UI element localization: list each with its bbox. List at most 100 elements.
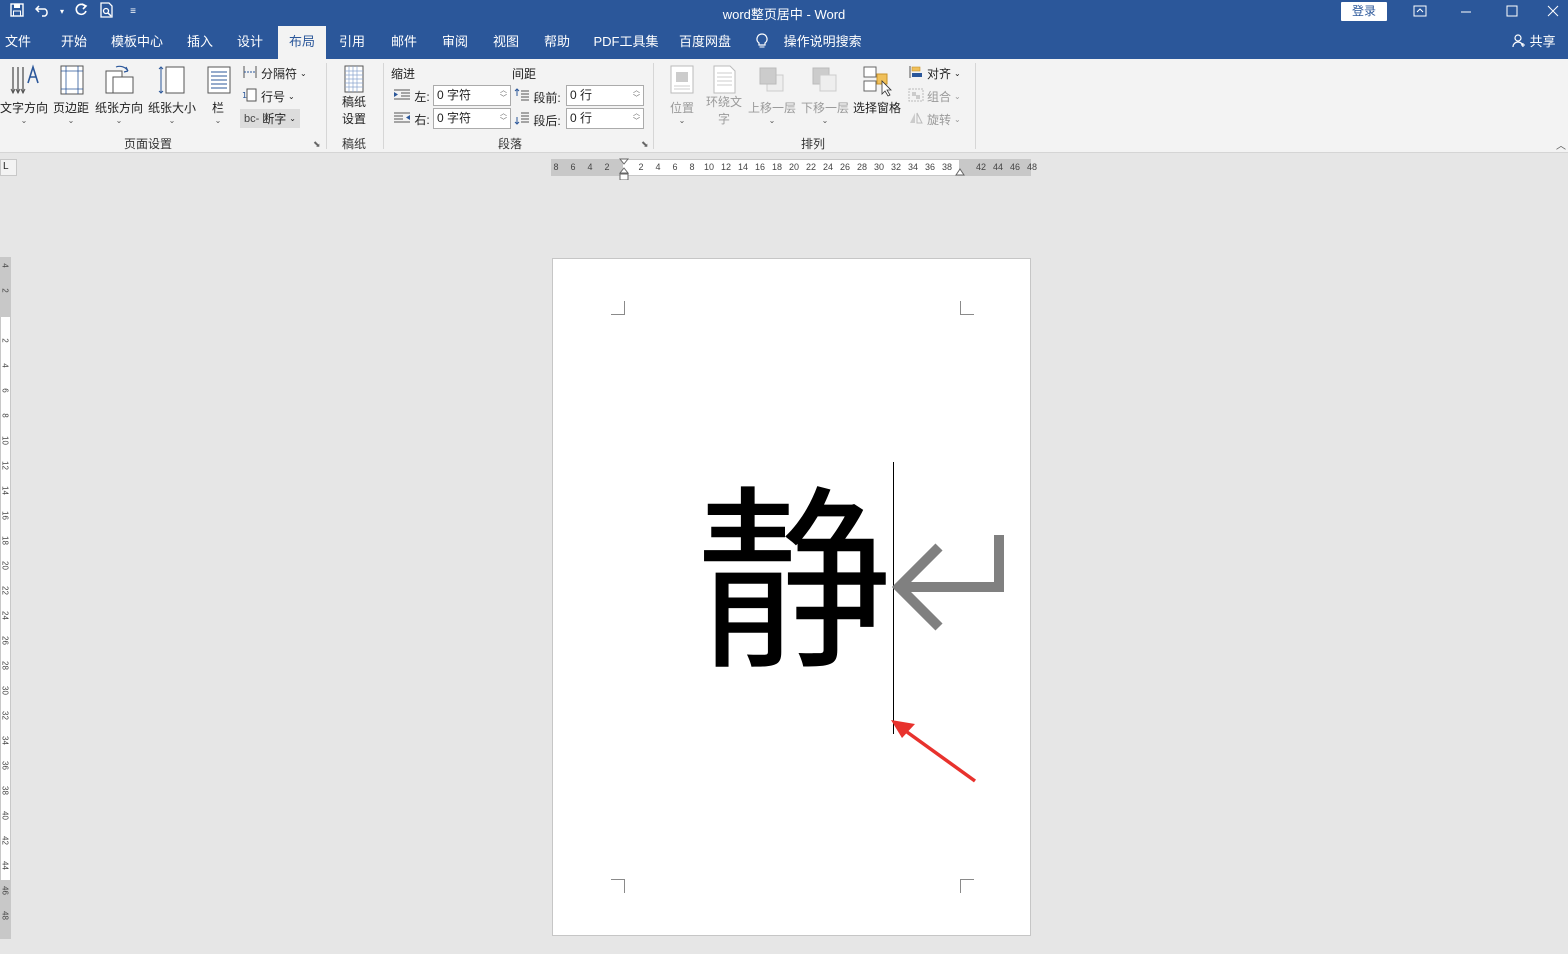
share-button[interactable]: 共享 bbox=[1512, 26, 1556, 59]
paragraph-mark-icon bbox=[891, 535, 1004, 631]
tab-home[interactable]: 开始 bbox=[52, 26, 96, 59]
ribbon-display-icon[interactable] bbox=[1400, 0, 1440, 26]
orientation-label: 纸张方向 bbox=[94, 101, 143, 115]
ruler-tick-label: 4 bbox=[655, 162, 661, 172]
manuscript-settings-button[interactable]: 稿纸 设置 bbox=[334, 63, 374, 127]
send-backward-button[interactable]: 下移一层 ⌄ bbox=[799, 63, 851, 126]
first-line-indent-marker[interactable] bbox=[618, 158, 630, 183]
tab-mailings[interactable]: 邮件 bbox=[384, 26, 424, 59]
right-indent-marker[interactable] bbox=[955, 166, 965, 180]
tab-references[interactable]: 引用 bbox=[332, 26, 372, 59]
login-button[interactable]: 登录 bbox=[1341, 2, 1387, 21]
text-direction-button[interactable]: 文字方向 ⌄ bbox=[0, 63, 48, 126]
indent-right-input[interactable]: 0 字符 ︿ ﹀ bbox=[433, 108, 511, 129]
document-page[interactable]: 静 bbox=[552, 258, 1031, 936]
share-label: 共享 bbox=[1529, 34, 1556, 49]
spin-arrows-icon[interactable]: ︿ ﹀ bbox=[632, 87, 641, 104]
tell-me-label: 操作说明搜索 bbox=[783, 34, 862, 49]
ruler-tick-label: 20 bbox=[0, 561, 10, 570]
size-button[interactable]: 纸张大小 ⌄ bbox=[146, 63, 198, 126]
vertical-ruler[interactable]: 4 2 2 4 6 8 10 12 14 16 18 20 22 24 26 28 30 32 34 36 38 40 42… bbox=[0, 257, 11, 939]
ruler-tick-label: 28 bbox=[856, 162, 867, 172]
ruler-tick-label: 20 bbox=[788, 162, 799, 172]
ruler-tick-label: 36 bbox=[924, 162, 935, 172]
tell-me-search[interactable]: 操作说明搜索 bbox=[756, 26, 862, 59]
annotation-arrow-icon bbox=[891, 720, 977, 783]
text-direction-icon bbox=[7, 63, 41, 97]
maximize-icon[interactable] bbox=[1492, 0, 1532, 26]
right-text: 右: bbox=[414, 113, 430, 127]
horizontal-ruler[interactable]: 8 6 4 2 2 4 6 8 10 12 14 16 18 20 22 24 26 28 30 32 34 36 38 42… bbox=[551, 158, 1037, 181]
ruler-tick-label: 26 bbox=[839, 162, 850, 172]
manuscript-icon bbox=[337, 63, 371, 97]
align-button[interactable]: 对齐 ⌄ bbox=[908, 65, 961, 82]
tab-view[interactable]: 视图 bbox=[486, 26, 526, 59]
breaks-label: 分隔符 bbox=[261, 67, 298, 81]
svg-text:1: 1 bbox=[242, 91, 247, 100]
position-button[interactable]: 位置 ⌄ bbox=[662, 63, 702, 126]
ruler-tick-label: 44 bbox=[992, 162, 1003, 172]
ruler-tick-label: 32 bbox=[890, 162, 901, 172]
spacing-before-input[interactable]: 0 行 ︿ ﹀ bbox=[566, 85, 644, 106]
ruler-tick-label: 24 bbox=[0, 611, 10, 620]
selection-pane-button[interactable]: 选择窗格 bbox=[852, 63, 902, 116]
tab-pdf-tools[interactable]: PDF工具集 bbox=[588, 26, 664, 59]
collapse-ribbon-icon[interactable]: ︿ bbox=[1556, 137, 1566, 152]
indent-left-input[interactable]: 0 字符 ︿ ﹀ bbox=[433, 85, 511, 106]
tab-template-center[interactable]: 模板中心 bbox=[106, 26, 168, 59]
spin-arrows-icon[interactable]: ︿ ﹀ bbox=[632, 110, 641, 127]
tab-insert[interactable]: 插入 bbox=[180, 26, 220, 59]
ruler-tick-label: 2 bbox=[638, 162, 644, 172]
breaks-button[interactable]: 分隔符 ⌄ bbox=[242, 65, 307, 82]
page-break-icon bbox=[242, 65, 258, 82]
tab-help[interactable]: 帮助 bbox=[537, 26, 577, 59]
columns-button[interactable]: 栏 ⌄ bbox=[202, 63, 234, 126]
margins-button[interactable]: 页边距 ⌄ bbox=[50, 63, 92, 126]
tab-layout[interactable]: 布局 bbox=[278, 26, 326, 59]
spacing-after-icon bbox=[514, 112, 530, 128]
columns-label: 栏 bbox=[211, 101, 224, 115]
left-text: 左: bbox=[414, 90, 430, 104]
ruler-tick-label: 2 bbox=[0, 338, 10, 343]
align-label: 对齐 bbox=[927, 67, 952, 81]
hyphenation-button[interactable]: bc- 断字 ⌄ bbox=[240, 109, 300, 128]
tab-file[interactable]: 文件 bbox=[0, 26, 36, 59]
send-backward-icon bbox=[808, 63, 842, 97]
selection-pane-label: 选择窗格 bbox=[852, 101, 901, 115]
text-direction-label: 文字方向 bbox=[0, 101, 49, 115]
manuscript-group-label: 稿纸 bbox=[341, 137, 366, 151]
ruler-tick-label: 38 bbox=[0, 786, 10, 795]
before-text: 段前: bbox=[533, 91, 561, 105]
wrap-text-button[interactable]: 环绕文 字 bbox=[703, 63, 745, 127]
line-numbers-label: 行号 bbox=[261, 90, 286, 104]
spin-arrows-icon[interactable]: ︿ ﹀ bbox=[499, 87, 508, 104]
position-icon bbox=[665, 63, 699, 97]
ruler-tick-label: 40 bbox=[0, 811, 10, 820]
ruler-tick-label: 28 bbox=[0, 661, 10, 670]
group-button[interactable]: 组合 ⌄ bbox=[908, 88, 961, 105]
orientation-button[interactable]: 纸张方向 ⌄ bbox=[93, 63, 145, 126]
tab-review[interactable]: 审阅 bbox=[435, 26, 475, 59]
line-numbers-button[interactable]: 1 行号 ⌄ bbox=[242, 88, 295, 105]
page-setup-group-label: 页面设置 bbox=[123, 137, 172, 151]
paragraph-launcher-icon[interactable]: ⬊ bbox=[641, 139, 649, 150]
spacing-after-input[interactable]: 0 行 ︿ ﹀ bbox=[566, 108, 644, 129]
ruler-tick-label: 8 bbox=[0, 413, 10, 418]
bring-forward-button[interactable]: 上移一层 ⌄ bbox=[746, 63, 798, 126]
spin-arrows-icon[interactable]: ︿ ﹀ bbox=[499, 110, 508, 127]
rotate-button[interactable]: 旋转 ⌄ bbox=[908, 111, 961, 128]
tab-stop-selector[interactable]: L bbox=[0, 159, 17, 176]
tab-design[interactable]: 设计 bbox=[230, 26, 270, 59]
page-setup-launcher-icon[interactable]: ⬊ bbox=[313, 139, 321, 150]
close-icon[interactable] bbox=[1537, 0, 1568, 26]
document-text[interactable]: 静 bbox=[696, 469, 892, 699]
tab-baidu-netdisk[interactable]: 百度网盘 bbox=[674, 26, 736, 59]
hyphenation-icon: bc- bbox=[244, 112, 260, 125]
indent-left-value: 0 字符 bbox=[437, 88, 472, 102]
manuscript-label-2: 设置 bbox=[341, 112, 366, 126]
rotate-icon bbox=[908, 111, 924, 128]
minimize-icon[interactable] bbox=[1446, 0, 1486, 26]
crop-mark-top-right bbox=[960, 301, 974, 315]
ruler-tick-label: 32 bbox=[0, 711, 10, 720]
ruler-tick-label: 2 bbox=[604, 162, 610, 172]
